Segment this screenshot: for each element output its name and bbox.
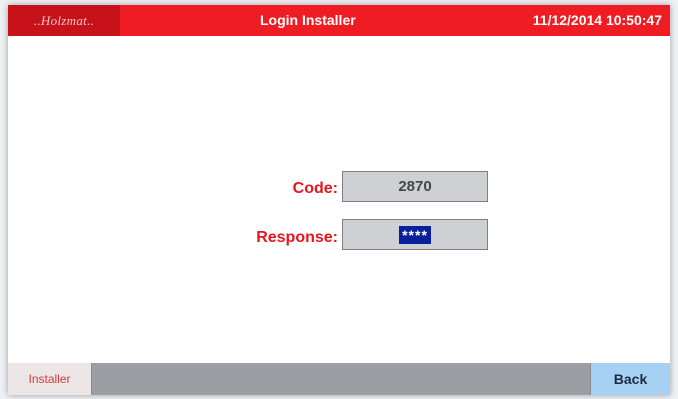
page-title: Login Installer xyxy=(260,12,356,28)
tab-installer[interactable]: Installer xyxy=(8,363,92,395)
code-label: Code: xyxy=(292,180,338,197)
back-button[interactable]: Back xyxy=(590,363,670,395)
logo-text: ..Holzmat.. xyxy=(33,12,95,28)
response-label: Response: xyxy=(256,229,338,246)
brand-logo: ..Holzmat.. xyxy=(8,5,120,36)
response-field[interactable]: **** xyxy=(342,219,488,250)
datetime-display: 11/12/2014 10:50:47 xyxy=(532,12,662,28)
header-bar: ..Holzmat.. Login Installer 11/12/2014 1… xyxy=(8,5,670,36)
response-masked-value: **** xyxy=(399,225,431,244)
code-field[interactable]: 2870 xyxy=(342,171,488,202)
bottom-nav-bar: Installer Back xyxy=(8,363,670,395)
code-value: 2870 xyxy=(398,178,432,195)
app-window: ..Holzmat.. Login Installer 11/12/2014 1… xyxy=(8,5,670,395)
